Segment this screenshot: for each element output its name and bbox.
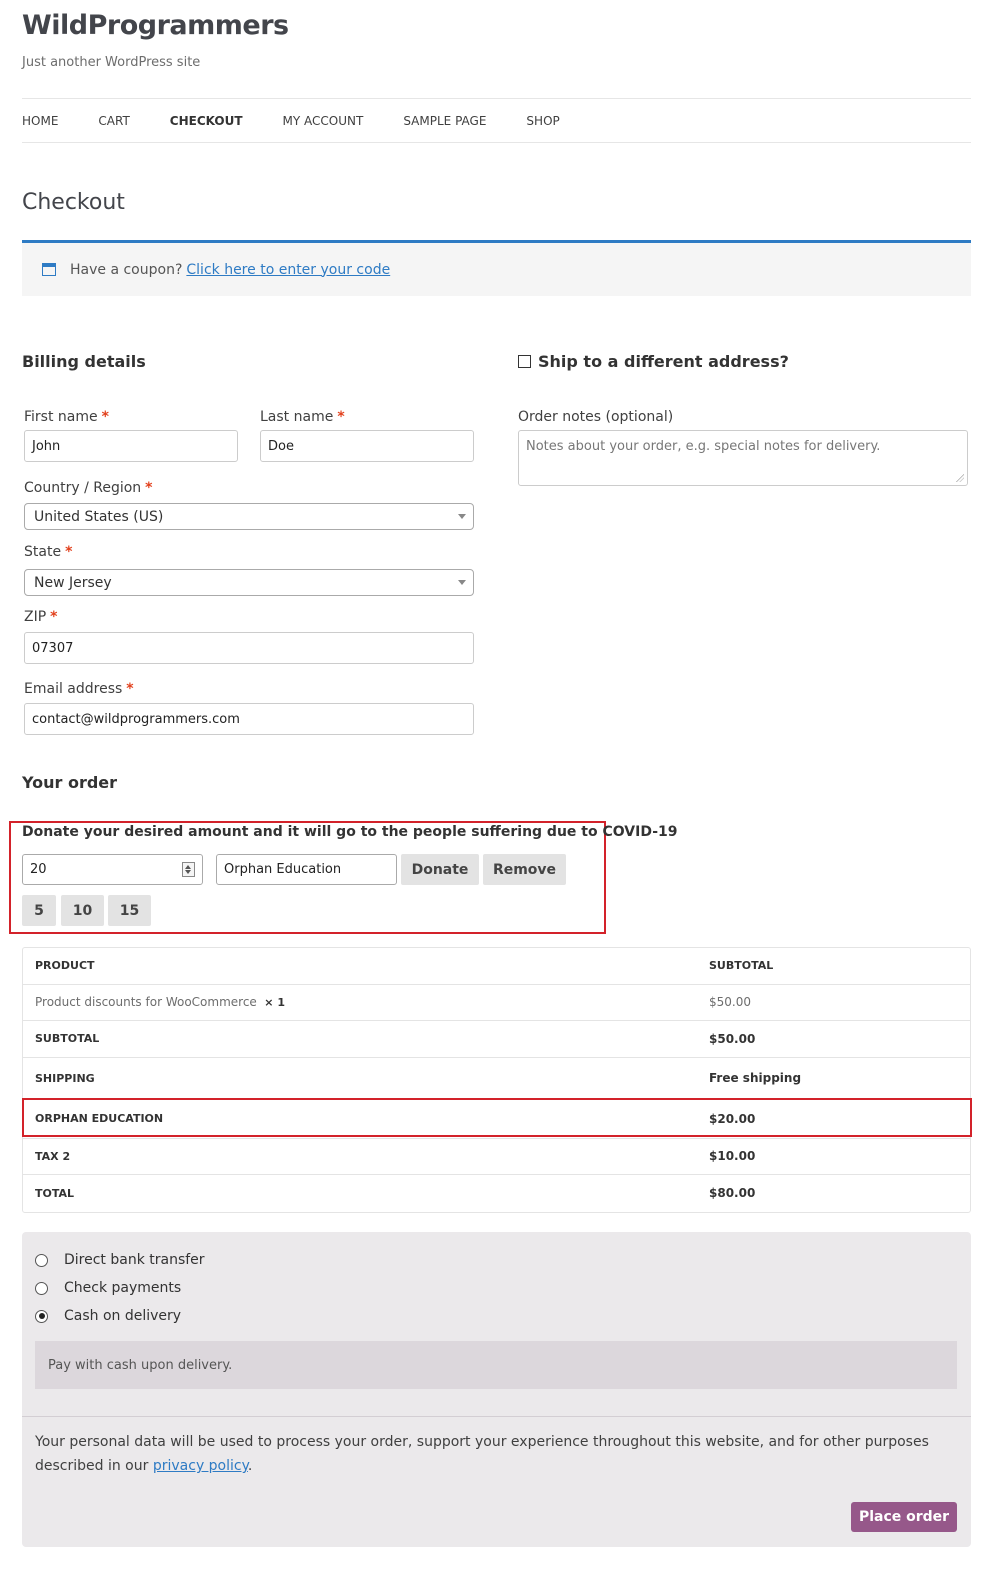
order-notes-label: Order notes (optional) [518,409,674,425]
donation-amount-input[interactable]: 20 [22,854,203,885]
payment-section: Direct bank transfer Check payments Cash… [22,1232,971,1547]
order-notes-field[interactable]: Notes about your order, e.g. special not… [518,430,968,486]
row-value: Free shipping [709,1071,802,1085]
radio-button-selected[interactable] [35,1309,48,1323]
table-row: SUBTOTAL $50.00 [23,1021,970,1058]
privacy-policy-link[interactable]: privacy policy [153,1458,248,1474]
ship-different-address-label: Ship to a different address? [538,352,789,371]
site-title[interactable]: WildProgrammers [22,10,289,41]
row-value: $80.00 [709,1186,756,1201]
nav-cart[interactable]: CART [98,114,129,128]
header-subtotal: SUBTOTAL [709,959,774,973]
state-label: State * [24,544,73,560]
preset-amount-button[interactable]: 10 [61,895,104,926]
product-qty: × 1 [264,996,285,1010]
table-row: TOTAL $80.00 [23,1175,970,1212]
remove-button[interactable]: Remove [483,854,566,885]
main-navigation: HOME CART CHECKOUT MY ACCOUNT SAMPLE PAG… [22,98,971,143]
product-price: $50.00 [709,995,751,1010]
dropdown-arrow-icon [458,580,466,585]
header-product: PRODUCT [35,959,95,973]
radio-button[interactable] [35,1253,48,1267]
last-name-field[interactable]: Doe [260,430,474,462]
coupon-prompt: Have a coupon? [70,261,183,278]
divider [22,1416,971,1417]
order-review-table: PRODUCT SUBTOTAL Product discounts for W… [22,947,971,1213]
payment-option-check[interactable]: Check payments [35,1280,181,1296]
resize-handle-icon[interactable] [956,474,964,482]
country-label: Country / Region * [24,480,153,496]
zip-label: ZIP * [24,609,58,625]
row-value: $10.00 [709,1149,756,1164]
payment-option-cash-on-delivery[interactable]: Cash on delivery [35,1308,181,1324]
nav-sample-page[interactable]: SAMPLE PAGE [403,114,486,128]
billing-heading: Billing details [22,352,146,371]
payment-option-bank-transfer[interactable]: Direct bank transfer [35,1252,205,1268]
site-tagline: Just another WordPress site [22,55,201,70]
coupon-notice: Have a coupon? Click here to enter your … [22,240,971,296]
donate-button[interactable]: Donate [401,854,479,885]
table-header: PRODUCT SUBTOTAL [23,948,970,985]
donation-title: Donate your desired amount and it will g… [22,824,678,840]
row-value: $50.00 [709,1031,756,1046]
dropdown-arrow-icon [458,514,466,519]
preset-amount-button[interactable]: 15 [108,895,151,926]
coupon-link[interactable]: Click here to enter your code [186,262,390,278]
table-row: TAX 2 $10.00 [23,1139,970,1175]
calendar-icon [42,263,56,276]
zip-field[interactable]: 07307 [24,632,474,664]
first-name-label: First name * [24,409,109,425]
state-select[interactable]: New Jersey [24,569,474,596]
nav-checkout[interactable]: CHECKOUT [170,114,243,128]
privacy-notice: Your personal data will be used to proce… [35,1434,929,1474]
row-label: SHIPPING [35,1071,95,1085]
product-name: Product discounts for WooCommerce [35,995,257,1010]
row-label: TAX 2 [35,1149,71,1163]
donation-cause-input[interactable]: Orphan Education [216,854,397,885]
table-row: Product discounts for WooCommerce × 1 $5… [23,985,970,1021]
preset-amount-button[interactable]: 5 [22,895,56,926]
fee-row-highlight [22,1098,972,1137]
checkbox[interactable] [518,355,531,368]
last-name-label: Last name * [260,409,345,425]
email-label: Email address * [24,681,134,697]
country-select[interactable]: United States (US) [24,503,474,530]
radio-button[interactable] [35,1281,48,1295]
ship-different-address-toggle[interactable]: Ship to a different address? [518,352,789,371]
page-title: Checkout [22,190,125,215]
row-label: TOTAL [35,1186,75,1200]
payment-description: Pay with cash upon delivery. [35,1341,957,1389]
nav-home[interactable]: HOME [22,114,58,128]
row-label: SUBTOTAL [35,1032,100,1046]
first-name-field[interactable]: John [24,430,238,462]
table-row: SHIPPING Free shipping [23,1058,970,1100]
place-order-button[interactable]: Place order [851,1502,957,1532]
number-spinner-icon[interactable] [182,862,195,877]
order-notes-placeholder: Notes about your order, e.g. special not… [526,439,881,454]
nav-my-account[interactable]: MY ACCOUNT [283,114,364,128]
email-field[interactable]: contact@wildprogrammers.com [24,703,474,735]
your-order-heading: Your order [22,773,118,792]
nav-shop[interactable]: SHOP [526,114,559,128]
